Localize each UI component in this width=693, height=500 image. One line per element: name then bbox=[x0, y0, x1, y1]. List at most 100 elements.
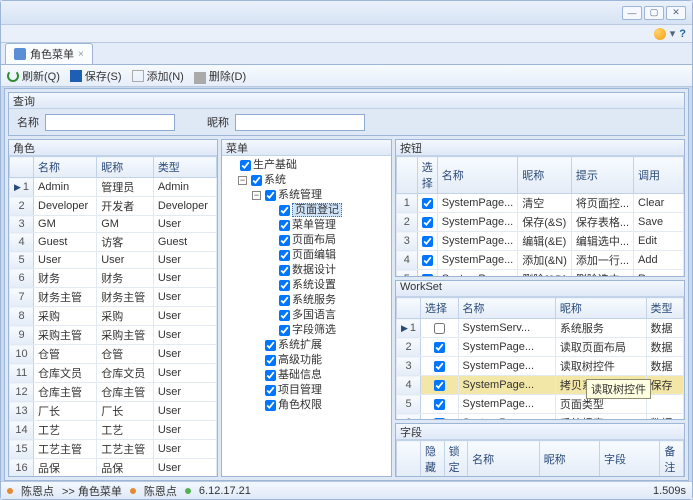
table-row[interactable]: ▶1Admin管理员Admin bbox=[10, 178, 217, 197]
tree-node[interactable]: 项目管理 bbox=[252, 383, 389, 398]
row-checkbox[interactable] bbox=[434, 399, 445, 410]
minimize-button[interactable]: — bbox=[622, 6, 642, 20]
save-icon bbox=[70, 70, 82, 82]
table-row[interactable]: 1SystemPage...清空将页面控...Clear bbox=[397, 194, 684, 213]
table-row[interactable]: 3GMGMUser bbox=[10, 216, 217, 233]
dropdown-icon[interactable]: ▾ bbox=[670, 27, 676, 40]
workset-header: WorkSet bbox=[396, 281, 684, 297]
tree-node[interactable]: 字段筛选 bbox=[266, 323, 389, 338]
collapse-icon[interactable]: − bbox=[238, 176, 247, 185]
table-row[interactable]: 7财务主管财务主管User bbox=[10, 288, 217, 307]
table-row[interactable]: 11仓库文员仓库文员User bbox=[10, 364, 217, 383]
tree-checkbox[interactable] bbox=[279, 265, 290, 276]
tree-node[interactable]: 页面编辑 bbox=[266, 248, 389, 263]
refresh-icon bbox=[7, 70, 19, 82]
table-row[interactable]: 4Guest访客Guest bbox=[10, 233, 217, 252]
tree-node[interactable]: 多国语言 bbox=[266, 308, 389, 323]
tree-checkbox[interactable] bbox=[265, 190, 276, 201]
name-input[interactable] bbox=[45, 114, 175, 131]
fields-grid[interactable]: 隐藏锁定名称昵称字段备注▶1@sUserRolesUserRolesUserRo… bbox=[396, 440, 684, 476]
tree-node[interactable]: 页面登记 bbox=[266, 203, 389, 218]
table-row[interactable]: 16品保品保User bbox=[10, 459, 217, 477]
table-row[interactable]: 3SystemPage...读取树控件数据 bbox=[397, 357, 684, 376]
table-row[interactable]: 14工艺工艺User bbox=[10, 421, 217, 440]
query-header: 查询 bbox=[9, 93, 684, 109]
save-button[interactable]: 保存(S) bbox=[70, 68, 122, 84]
row-checkbox[interactable] bbox=[422, 274, 433, 276]
row-checkbox[interactable] bbox=[434, 342, 445, 353]
table-row[interactable]: 6SystemPage...系统报表数据 bbox=[397, 414, 684, 420]
add-icon bbox=[132, 70, 144, 82]
tree-checkbox[interactable] bbox=[251, 175, 262, 186]
alias-input[interactable] bbox=[235, 114, 365, 131]
table-row[interactable]: 2SystemPage...保存(&S)保存表格...Save bbox=[397, 213, 684, 232]
workset-grid[interactable]: 选择名称昵称类型▶1SystemServ...系统服务数据2SystemPage… bbox=[396, 297, 684, 419]
tree-checkbox[interactable] bbox=[279, 220, 290, 231]
table-row[interactable]: 9采购主管采购主管User bbox=[10, 326, 217, 345]
tab-role-menu[interactable]: 角色菜单 × bbox=[5, 43, 93, 64]
tree-checkbox[interactable] bbox=[240, 160, 251, 171]
tree-node[interactable]: −系统−系统管理页面登记菜单管理页面布局页面编辑数据设计系统设置系统服务多国语言… bbox=[238, 173, 389, 413]
tree-node[interactable]: 系统扩展 bbox=[252, 338, 389, 353]
tree-node[interactable]: 系统服务 bbox=[266, 293, 389, 308]
help-icon[interactable]: ? bbox=[679, 28, 686, 40]
tree-node[interactable]: 系统设置 bbox=[266, 278, 389, 293]
tree-node[interactable]: −系统管理页面登记菜单管理页面布局页面编辑数据设计系统设置系统服务多国语言字段筛… bbox=[252, 188, 389, 338]
tree-checkbox[interactable] bbox=[265, 370, 276, 381]
name-label: 名称 bbox=[17, 114, 39, 130]
menu-tree[interactable]: 生产基础−系统−系统管理页面登记菜单管理页面布局页面编辑数据设计系统设置系统服务… bbox=[222, 156, 391, 476]
status-user2: 陈恩点 bbox=[144, 483, 177, 499]
tree-checkbox[interactable] bbox=[265, 340, 276, 351]
tree-node[interactable]: 页面布局 bbox=[266, 233, 389, 248]
tree-checkbox[interactable] bbox=[279, 205, 290, 216]
refresh-button[interactable]: 刷新(Q) bbox=[7, 68, 60, 84]
tree-node[interactable]: 角色权限 bbox=[252, 398, 389, 413]
table-row[interactable]: ▶1SystemServ...系统服务数据 bbox=[397, 319, 684, 338]
tab-close-icon[interactable]: × bbox=[78, 49, 84, 60]
row-checkbox[interactable] bbox=[434, 323, 445, 334]
row-checkbox[interactable] bbox=[422, 255, 433, 266]
tab-label: 角色菜单 bbox=[30, 46, 74, 62]
table-row[interactable]: 12仓库主管仓库主管User bbox=[10, 383, 217, 402]
tree-checkbox[interactable] bbox=[279, 295, 290, 306]
table-row[interactable]: 2SystemPage...读取页面布局数据 bbox=[397, 338, 684, 357]
tree-checkbox[interactable] bbox=[265, 385, 276, 396]
tree-node[interactable]: 生产基础 bbox=[238, 158, 389, 173]
table-row[interactable]: 3SystemPage...编辑(&E)编辑选中...Edit bbox=[397, 232, 684, 251]
table-row[interactable]: 10仓管仓管User bbox=[10, 345, 217, 364]
toolbar: 刷新(Q) 保存(S) 添加(N) 删除(D) bbox=[1, 65, 692, 87]
status-bar: 陈恩点 >> 角色菜单 陈恩点 6.12.17.21 1.509s bbox=[1, 481, 692, 499]
tree-checkbox[interactable] bbox=[279, 310, 290, 321]
maximize-button[interactable]: ▢ bbox=[644, 6, 664, 20]
row-checkbox[interactable] bbox=[422, 217, 433, 228]
tree-node[interactable]: 基础信息 bbox=[252, 368, 389, 383]
row-checkbox[interactable] bbox=[434, 361, 445, 372]
buttons-grid[interactable]: 选择名称昵称提示调用1SystemPage...清空将页面控...Clear2S… bbox=[396, 156, 684, 276]
row-checkbox[interactable] bbox=[434, 418, 445, 419]
table-row[interactable]: 2Developer开发者Developer bbox=[10, 197, 217, 216]
tree-checkbox[interactable] bbox=[279, 325, 290, 336]
tree-checkbox[interactable] bbox=[265, 355, 276, 366]
roles-grid[interactable]: 名称昵称类型▶1Admin管理员Admin2Developer开发者Develo… bbox=[9, 156, 217, 476]
tree-checkbox[interactable] bbox=[279, 250, 290, 261]
table-row[interactable]: 4SystemPage...添加(&N)添加一行...Add bbox=[397, 251, 684, 270]
row-checkbox[interactable] bbox=[422, 236, 433, 247]
tree-checkbox[interactable] bbox=[279, 235, 290, 246]
table-row[interactable]: 13厂长厂长User bbox=[10, 402, 217, 421]
document-tabs: 角色菜单 × bbox=[1, 43, 692, 65]
tree-node[interactable]: 数据设计 bbox=[266, 263, 389, 278]
table-row[interactable]: 5SystemPage...删除(&D)删除选中...Remove bbox=[397, 270, 684, 277]
tree-node[interactable]: 高级功能 bbox=[252, 353, 389, 368]
row-checkbox[interactable] bbox=[422, 198, 433, 209]
theme-icon[interactable] bbox=[654, 28, 666, 40]
tree-node[interactable]: 菜单管理 bbox=[266, 218, 389, 233]
tree-checkbox[interactable] bbox=[265, 400, 276, 411]
table-row[interactable]: 5UserUserUser bbox=[10, 252, 217, 269]
tree-checkbox[interactable] bbox=[279, 280, 290, 291]
table-row[interactable]: 15工艺主管工艺主管User bbox=[10, 440, 217, 459]
table-row[interactable]: 6财务财务User bbox=[10, 269, 217, 288]
collapse-icon[interactable]: − bbox=[252, 191, 261, 200]
close-button[interactable]: ✕ bbox=[666, 6, 686, 20]
row-checkbox[interactable] bbox=[434, 380, 445, 391]
table-row[interactable]: 8采购采购User bbox=[10, 307, 217, 326]
